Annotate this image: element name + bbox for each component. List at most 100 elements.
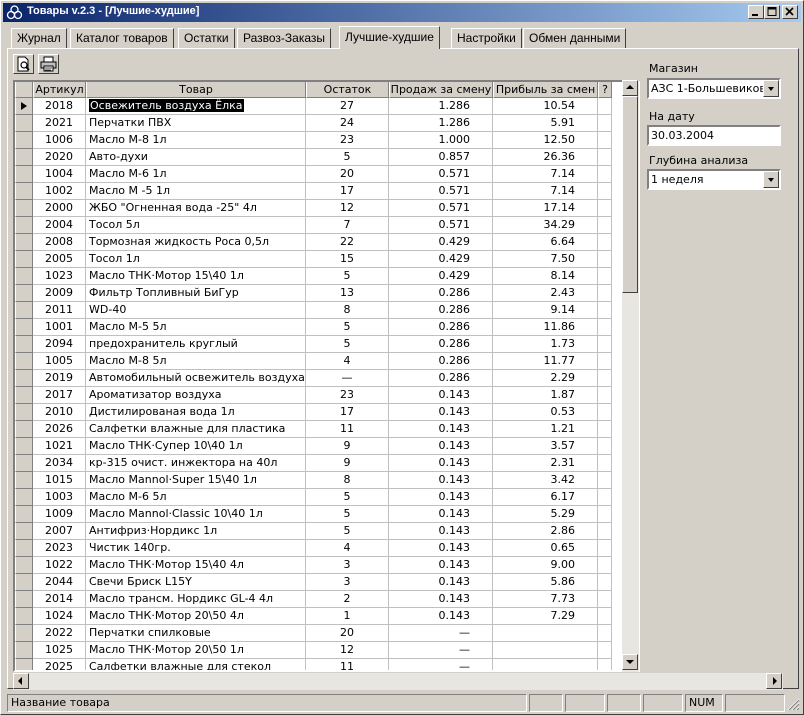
cell-product[interactable]: кр-315 очист. инжектора на 40л <box>86 455 306 472</box>
cell-profit[interactable]: 1.87 <box>493 387 598 404</box>
cell-extra[interactable] <box>598 285 612 302</box>
row-indicator[interactable] <box>15 608 33 625</box>
cell-stock[interactable]: 24 <box>306 115 389 132</box>
cell-profit[interactable]: 2.43 <box>493 285 598 302</box>
cell-article[interactable]: 2004 <box>33 217 86 234</box>
cell-profit[interactable]: 10.54 <box>493 98 598 115</box>
row-indicator[interactable] <box>15 98 33 115</box>
cell-profit[interactable]: 9.00 <box>493 557 598 574</box>
table-row[interactable]: 2044 Свечи Бриск L15Y 3 0.143 5.86 <box>15 574 624 591</box>
cell-stock[interactable]: 17 <box>306 183 389 200</box>
cell-article[interactable]: 1005 <box>33 353 86 370</box>
cell-product[interactable]: Перчатки спилковые <box>86 625 306 642</box>
cell-sales[interactable]: 0.286 <box>389 302 493 319</box>
cell-article[interactable]: 1025 <box>33 642 86 659</box>
cell-article[interactable]: 2022 <box>33 625 86 642</box>
cell-extra[interactable] <box>598 353 612 370</box>
cell-sales[interactable]: 0.286 <box>389 319 493 336</box>
cell-article[interactable]: 2010 <box>33 404 86 421</box>
cell-profit[interactable]: 3.42 <box>493 472 598 489</box>
row-indicator[interactable] <box>15 540 33 557</box>
cell-sales[interactable]: 0.143 <box>389 421 493 438</box>
cell-extra[interactable] <box>598 642 612 659</box>
cell-extra[interactable] <box>598 421 612 438</box>
cell-profit[interactable] <box>493 642 598 659</box>
cell-article[interactable]: 1002 <box>33 183 86 200</box>
col-header-sales-per-shift[interactable]: Продаж за смену <box>389 82 493 98</box>
table-row[interactable]: 1015 Масло Mannol·Super 15\40 1л 8 0.143 3.4… <box>15 472 624 489</box>
cell-stock[interactable]: 5 <box>306 319 389 336</box>
cell-sales[interactable]: 0.143 <box>389 574 493 591</box>
table-row[interactable]: 1001 Масло М-5 5л 5 0.286 11.86 <box>15 319 624 336</box>
cell-sales[interactable]: 1.286 <box>389 98 493 115</box>
cell-sales[interactable]: 0.286 <box>389 336 493 353</box>
cell-profit[interactable]: 7.29 <box>493 608 598 625</box>
row-indicator[interactable] <box>15 489 33 506</box>
table-row[interactable]: 2008 Тормозная жидкость Роса 0,5л 22 0.429 6… <box>15 234 624 251</box>
cell-sales[interactable]: 0.571 <box>389 166 493 183</box>
cell-extra[interactable] <box>598 438 612 455</box>
cell-article[interactable]: 1021 <box>33 438 86 455</box>
cell-product[interactable]: Масло трансм. Нордикс GL-4 4л <box>86 591 306 608</box>
cell-extra[interactable] <box>598 574 612 591</box>
table-row[interactable]: 1021 Масло ТНК·Супер 10\40 1л 9 0.143 3.57 <box>15 438 624 455</box>
row-indicator[interactable] <box>15 421 33 438</box>
cell-stock[interactable]: 22 <box>306 234 389 251</box>
cell-article[interactable]: 2005 <box>33 251 86 268</box>
maximize-button[interactable] <box>764 5 780 19</box>
cell-stock[interactable]: 5 <box>306 489 389 506</box>
cell-extra[interactable] <box>598 251 612 268</box>
cell-profit[interactable]: 2.86 <box>493 523 598 540</box>
row-indicator[interactable] <box>15 642 33 659</box>
cell-profit[interactable]: 5.86 <box>493 574 598 591</box>
scroll-up-button[interactable] <box>622 80 638 96</box>
table-row[interactable]: 2017 Ароматизатор воздуха 23 0.143 1.87 <box>15 387 624 404</box>
cell-extra[interactable] <box>598 591 612 608</box>
preview-button[interactable] <box>13 54 34 74</box>
cell-sales[interactable]: 0.143 <box>389 591 493 608</box>
row-indicator[interactable] <box>15 166 33 183</box>
cell-stock[interactable]: 5 <box>306 268 389 285</box>
cell-profit[interactable]: 26.36 <box>493 149 598 166</box>
cell-article[interactable]: 1004 <box>33 166 86 183</box>
cell-product[interactable]: Ароматизатор воздуха <box>86 387 306 404</box>
row-indicator[interactable] <box>15 251 33 268</box>
cell-article[interactable]: 1009 <box>33 506 86 523</box>
cell-extra[interactable] <box>598 217 612 234</box>
table-row[interactable]: 1003 Масло М-6 5л 5 0.143 6.17 <box>15 489 624 506</box>
row-indicator[interactable] <box>15 285 33 302</box>
cell-extra[interactable] <box>598 489 612 506</box>
cell-extra[interactable] <box>598 608 612 625</box>
cell-profit[interactable]: 6.64 <box>493 234 598 251</box>
col-header-stock[interactable]: Остаток <box>306 82 389 98</box>
cell-profit[interactable]: 34.29 <box>493 217 598 234</box>
row-indicator[interactable] <box>15 625 33 642</box>
cell-extra[interactable] <box>598 149 612 166</box>
row-indicator[interactable] <box>15 387 33 404</box>
tab-best-worst[interactable]: Лучшие-худшие <box>339 26 440 49</box>
row-indicator[interactable] <box>15 115 33 132</box>
cell-extra[interactable] <box>598 472 612 489</box>
row-indicator[interactable] <box>15 217 33 234</box>
cell-profit[interactable]: 2.29 <box>493 370 598 387</box>
row-indicator[interactable] <box>15 523 33 540</box>
cell-article[interactable]: 1022 <box>33 557 86 574</box>
minimize-button[interactable] <box>748 5 764 19</box>
tab-stock[interactable]: Остатки <box>178 28 235 48</box>
table-row[interactable]: 1024 Масло ТНК·Мотор 20\50 4л 1 0.143 7.29 <box>15 608 624 625</box>
cell-product[interactable]: Перчатки ПВХ <box>86 115 306 132</box>
cell-article[interactable]: 2011 <box>33 302 86 319</box>
row-indicator[interactable] <box>15 234 33 251</box>
table-row[interactable]: 2034 кр-315 очист. инжектора на 40л 9 0.143… <box>15 455 624 472</box>
table-row[interactable]: 2014 Масло трансм. Нордикс GL-4 4л 2 0.143 7… <box>15 591 624 608</box>
cell-sales[interactable]: 0.571 <box>389 183 493 200</box>
cell-article[interactable]: 2007 <box>33 523 86 540</box>
table-row[interactable]: 2021 Перчатки ПВХ 24 1.286 5.91 <box>15 115 624 132</box>
scroll-thumb[interactable] <box>622 96 638 293</box>
cell-product[interactable]: Дистилированая вода 1л <box>86 404 306 421</box>
cell-product[interactable]: Масло М -5 1л <box>86 183 306 200</box>
cell-sales[interactable]: 0.143 <box>389 438 493 455</box>
cell-extra[interactable] <box>598 268 612 285</box>
cell-extra[interactable] <box>598 319 612 336</box>
cell-article[interactable]: 2026 <box>33 421 86 438</box>
